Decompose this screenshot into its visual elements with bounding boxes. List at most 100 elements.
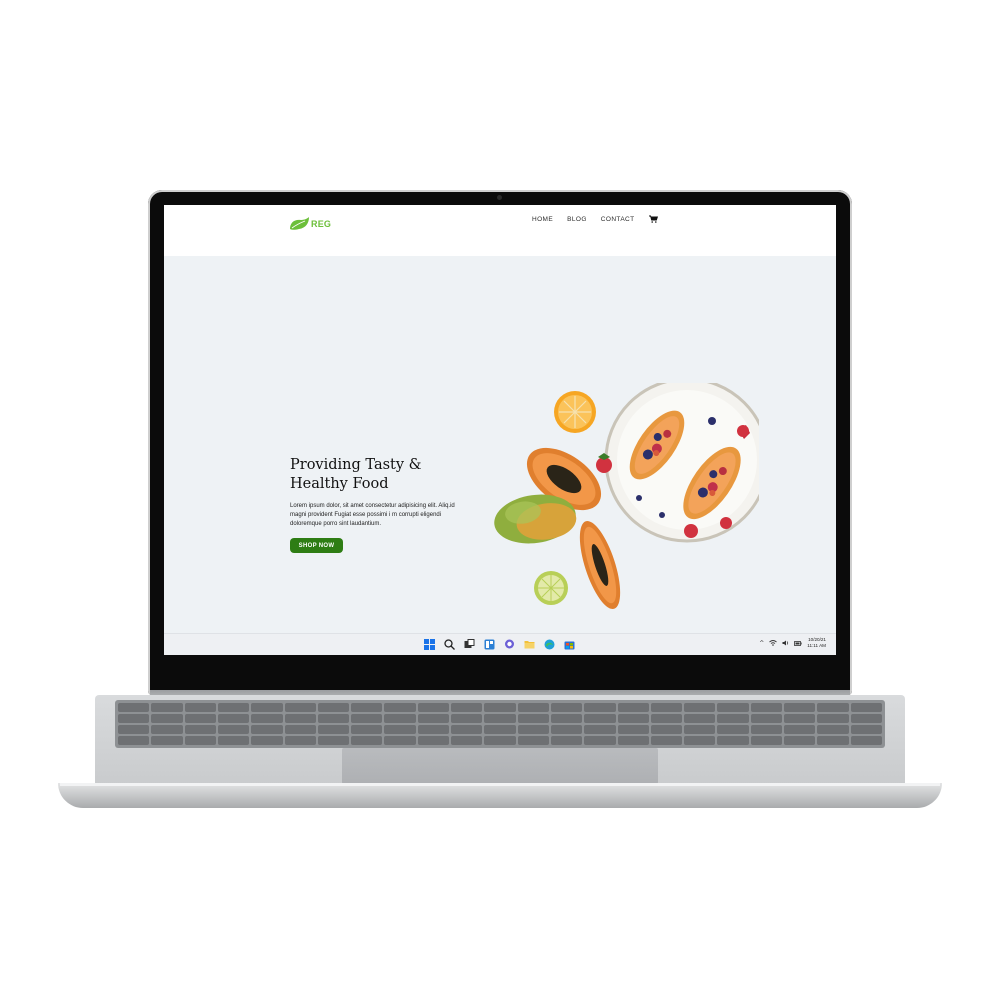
keyboard-key <box>850 725 882 734</box>
keyboard-key <box>284 725 316 734</box>
keyboard-key <box>351 714 383 723</box>
keyboard-key <box>650 736 683 745</box>
keyboard-key <box>717 703 749 712</box>
file-explorer-icon[interactable] <box>522 637 536 651</box>
keyboard-key <box>451 736 483 745</box>
main-nav: HOME BLOG CONTACT <box>532 215 658 223</box>
keyboard-key <box>217 714 250 723</box>
keyboard-key <box>184 714 216 723</box>
keyboard-key <box>584 725 616 734</box>
keyboard-key <box>517 703 549 712</box>
cart-icon[interactable] <box>648 215 658 223</box>
keyboard-key <box>151 725 183 734</box>
keyboard-key <box>617 703 649 712</box>
keyboard-key <box>684 725 716 734</box>
keyboard-key <box>284 714 316 723</box>
keyboard-key <box>550 703 583 712</box>
store-icon[interactable] <box>562 637 576 651</box>
keyboard-key <box>384 736 416 745</box>
keyboard-key <box>650 725 683 734</box>
widgets-icon[interactable] <box>482 637 496 651</box>
keyboard-key <box>550 736 583 745</box>
keyboard-key <box>317 725 350 734</box>
keyboard-key <box>817 703 849 712</box>
battery-icon[interactable] <box>794 640 802 646</box>
taskbar-apps <box>422 637 576 651</box>
nav-contact[interactable]: CONTACT <box>601 216 635 223</box>
keyboard-key <box>351 725 383 734</box>
taskbar-clock[interactable]: 10/20/21 11:11 AM <box>807 637 826 649</box>
laptop-screen: REG HOME BLOG CONTACT Providing Tasty & … <box>164 205 836 655</box>
keyboard-key <box>750 725 783 734</box>
hero-title: Providing Tasty & Healthy Food <box>290 456 470 494</box>
keyboard-key <box>784 736 816 745</box>
site-logo[interactable]: REG <box>288 211 336 237</box>
keyboard-key <box>650 703 683 712</box>
keyboard-key <box>451 714 483 723</box>
keyboard-key <box>217 736 250 745</box>
hero-description: Lorem ipsum dolor, sit amet consectetur … <box>290 503 455 527</box>
hero-title-line-2: Healthy Food <box>290 476 389 492</box>
fruit-platter-image <box>494 383 759 609</box>
keyboard-key <box>251 714 283 723</box>
wifi-icon[interactable] <box>769 640 778 646</box>
keyboard-key <box>451 703 483 712</box>
keyboard-key <box>684 736 716 745</box>
keyboard-key <box>417 725 450 734</box>
keyboard-key <box>850 714 882 723</box>
keyboard-key <box>484 725 516 734</box>
keyboard-key <box>317 736 350 745</box>
volume-icon[interactable] <box>782 640 789 646</box>
keyboard-key <box>717 714 749 723</box>
keyboard-key <box>584 714 616 723</box>
keyboard-key <box>784 703 816 712</box>
keyboard-key <box>684 703 716 712</box>
keyboard-key <box>750 736 783 745</box>
keyboard-key <box>118 703 150 712</box>
keyboard-key <box>417 703 450 712</box>
keyboard-key <box>284 736 316 745</box>
keyboard-key <box>151 714 183 723</box>
keyboard-key <box>817 714 849 723</box>
shop-now-button[interactable]: SHOP NOW <box>290 538 343 553</box>
keyboard-key <box>484 703 516 712</box>
nav-blog[interactable]: BLOG <box>567 216 587 223</box>
keyboard-key <box>251 703 283 712</box>
windows-start-icon[interactable] <box>422 637 436 651</box>
search-icon[interactable] <box>442 637 456 651</box>
chevron-up-icon[interactable]: ^ <box>759 640 764 647</box>
system-tray: ^ 10/20/21 11:11 AM <box>759 637 826 649</box>
logo-text: REG <box>311 219 332 229</box>
webcam-icon <box>497 195 502 200</box>
edge-browser-icon[interactable] <box>542 637 556 651</box>
keyboard-key <box>351 703 383 712</box>
keyboard-key <box>550 714 583 723</box>
keyboard-key <box>617 736 649 745</box>
keyboard-key <box>118 714 150 723</box>
laptop-front-edge <box>58 783 942 808</box>
keyboard-key <box>750 703 783 712</box>
keyboard-key <box>351 736 383 745</box>
keyboard-key <box>417 736 450 745</box>
keyboard-key <box>617 714 649 723</box>
nav-home[interactable]: HOME <box>532 216 553 223</box>
keyboard-key <box>451 725 483 734</box>
keyboard-key <box>784 714 816 723</box>
task-view-icon[interactable] <box>462 637 476 651</box>
keyboard-key <box>184 725 216 734</box>
keyboard-key <box>517 736 549 745</box>
keyboard-key <box>384 703 416 712</box>
keyboard-key <box>217 725 250 734</box>
keyboard-key <box>217 703 250 712</box>
keyboard-key <box>584 736 616 745</box>
keyboard-key <box>484 714 516 723</box>
touchpad <box>342 748 658 784</box>
keyboard-key <box>251 736 283 745</box>
keyboard-key <box>251 725 283 734</box>
keyboard-key <box>650 714 683 723</box>
keyboard-key <box>151 703 183 712</box>
keyboard-key <box>118 736 150 745</box>
keyboard <box>115 700 885 748</box>
keyboard-key <box>118 725 150 734</box>
chat-icon[interactable] <box>502 637 516 651</box>
